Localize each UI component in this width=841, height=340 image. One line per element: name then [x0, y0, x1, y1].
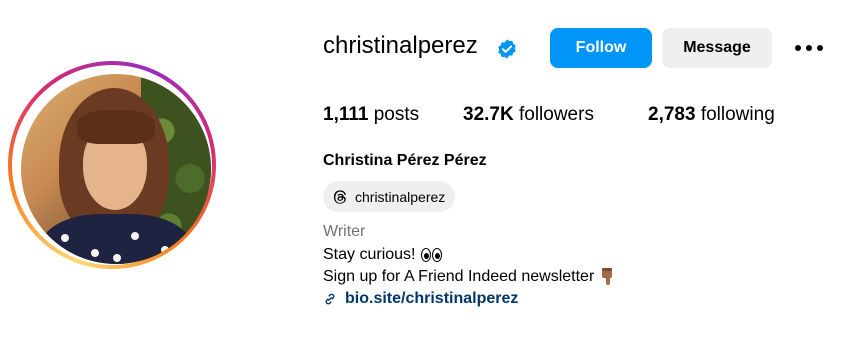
more-dot	[817, 45, 823, 51]
bio-link[interactable]: bio.site/christinalperez	[345, 290, 518, 308]
bio-line-1-text: Stay curious!	[323, 246, 416, 263]
posts-stat: 1,111 posts	[323, 104, 419, 126]
threads-link[interactable]: christinalperez	[323, 181, 456, 212]
link-icon	[325, 293, 335, 305]
following-count: 2,783	[648, 104, 696, 125]
eye-left	[421, 248, 432, 262]
dress-dot	[61, 234, 69, 242]
bio-line-2: Sign up for A Friend Indeed newsletter	[323, 268, 616, 286]
pointing-down-hand-icon	[602, 268, 613, 285]
full-name: Christina Pérez Pérez	[323, 152, 487, 169]
dress-dot	[113, 254, 121, 262]
more-dot	[806, 45, 812, 51]
username: christinalperez	[323, 32, 478, 59]
bio-line-2-text: Sign up for A Friend Indeed newsletter	[323, 268, 595, 285]
avatar-bangs	[77, 110, 155, 144]
follow-button[interactable]: Follow	[550, 28, 652, 68]
threads-handle: christinalperez	[355, 188, 446, 205]
followers-label: followers	[518, 104, 594, 125]
dress-dot	[161, 246, 169, 254]
followers-stat[interactable]: 32.7K followers	[463, 104, 594, 126]
eye-right	[432, 248, 443, 262]
followers-count: 32.7K	[463, 104, 514, 125]
bio-link-row[interactable]: bio.site/christinalperez	[323, 290, 518, 308]
threads-icon	[333, 189, 346, 204]
posts-count: 1,111	[323, 104, 369, 125]
verified-badge-icon	[498, 39, 516, 59]
message-button[interactable]: Message	[662, 28, 772, 68]
story-ring[interactable]	[8, 61, 216, 269]
avatar-border	[12, 65, 212, 265]
eyes-emoji-icon	[421, 248, 443, 262]
more-options-icon[interactable]	[795, 36, 823, 60]
bio-line-1: Stay curious!	[323, 246, 443, 264]
more-dot	[795, 45, 801, 51]
profile-category: Writer	[323, 223, 366, 240]
following-label: following	[700, 104, 775, 125]
dress-dot	[131, 232, 139, 240]
posts-label: posts	[373, 104, 420, 125]
avatar[interactable]	[21, 74, 211, 264]
dress-dot	[91, 249, 99, 257]
following-stat[interactable]: 2,783 following	[648, 104, 775, 126]
